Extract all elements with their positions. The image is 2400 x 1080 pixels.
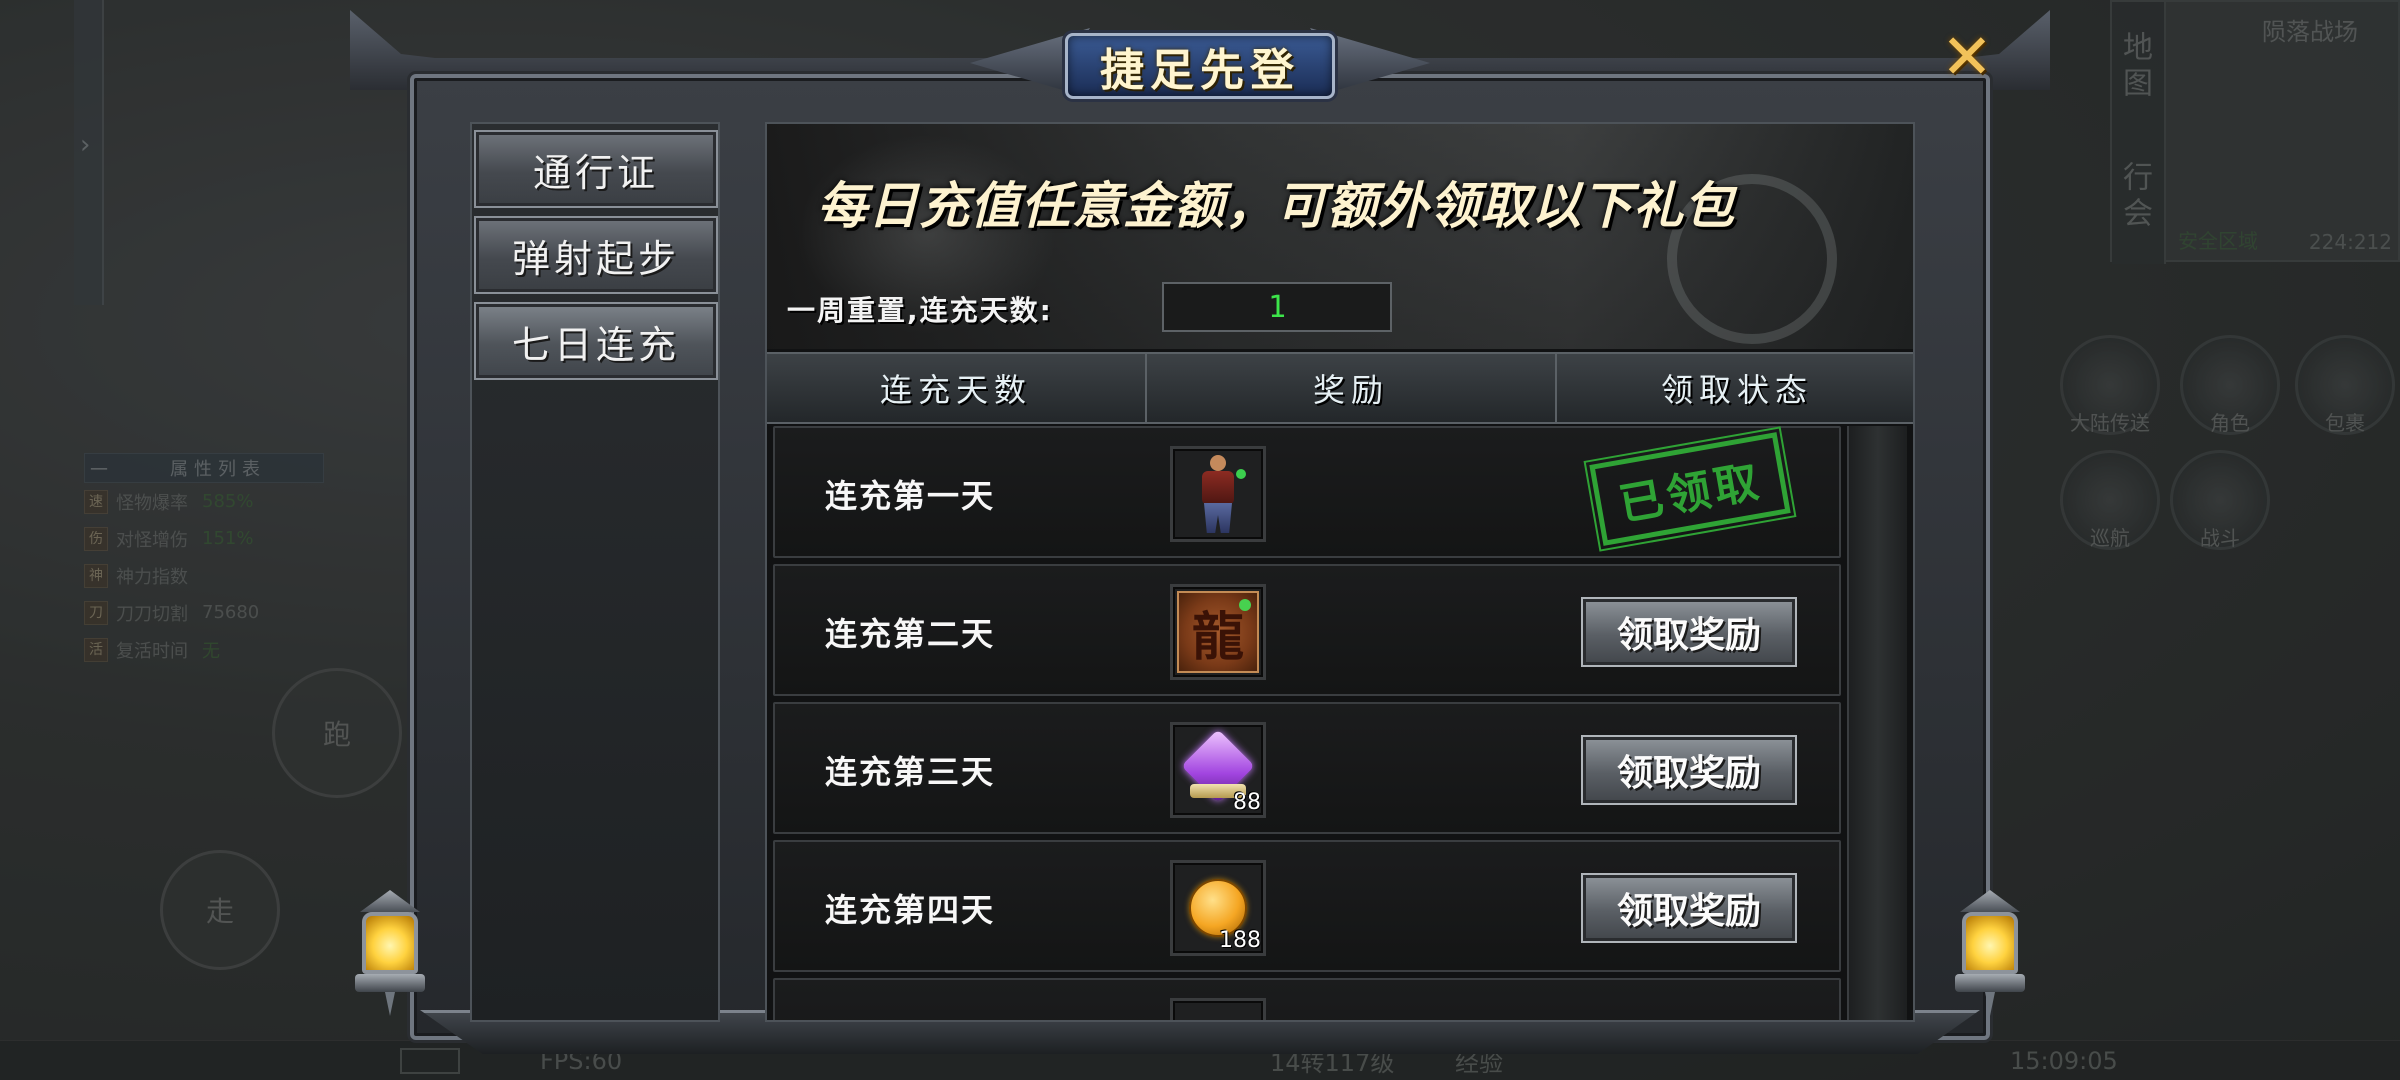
reward-slot[interactable]: [1170, 998, 1266, 1020]
lantern-icon: [1950, 890, 2030, 1020]
claim-reward-button[interactable]: 领取奖励: [1581, 735, 1797, 805]
title-plate: 捷足先登: [1065, 33, 1335, 99]
table-header: 连充天数 奖励 领取状态: [767, 352, 1913, 424]
warrior-figure-icon: [1188, 453, 1248, 535]
reward-slot[interactable]: 188: [1170, 860, 1266, 956]
table-row-partial: [773, 978, 1841, 1020]
reward-slot[interactable]: [1170, 446, 1266, 542]
header-reward: 奖励: [1147, 354, 1557, 422]
header-days: 连充天数: [767, 354, 1147, 422]
reward-slot[interactable]: 龍: [1170, 584, 1266, 680]
reward-list[interactable]: 连充第一天 已领取 连充第二天 龍 领取奖励 连充第三天 88 领取奖励 连充第…: [767, 425, 1913, 1020]
reset-label: 一周重置,连充天数:: [787, 294, 1053, 327]
table-row: 连充第四天 188 领取奖励: [773, 840, 1841, 972]
day-label: 连充第二天: [825, 615, 996, 653]
table-row: 连充第二天 龍 领取奖励: [773, 564, 1841, 696]
seven-day-recharge-dialog: 捷足先登 ✕ 通行证 弹射起步 七日连充 每日充值任意金额，可额外领取以下礼包 …: [350, 10, 2050, 1060]
day-label: 连充第三天: [825, 753, 996, 791]
claimed-stamp: 已领取: [1584, 425, 1796, 553]
dialog-title: 捷足先登: [1100, 45, 1300, 96]
item-count: 88: [1233, 790, 1261, 815]
tab-pass[interactable]: 通行证: [474, 130, 718, 208]
list-scrollbar[interactable]: [1847, 426, 1907, 1020]
claim-reward-button[interactable]: 领取奖励: [1581, 873, 1797, 943]
item-count: 188: [1219, 928, 1261, 953]
day-label: 连充第四天: [825, 891, 996, 929]
dragon-tome-icon: 龍: [1177, 591, 1259, 673]
content-panel: 每日充值任意金额，可额外领取以下礼包 一周重置,连充天数: 1 连充天数 奖励 …: [765, 122, 1915, 1022]
claim-reward-button[interactable]: 领取奖励: [1581, 597, 1797, 667]
tab-seven-day-recharge[interactable]: 七日连充: [474, 302, 718, 380]
consecutive-days-value: 1: [1162, 282, 1392, 332]
day-label: 连充第一天: [825, 477, 996, 515]
title-plaque: 捷足先登: [970, 18, 1430, 114]
close-button[interactable]: ✕: [1935, 20, 1999, 93]
banner-headline: 每日充值任意金额，可额外领取以下礼包: [817, 177, 1735, 235]
lantern-icon: [350, 890, 430, 1020]
table-row: 连充第三天 88 领取奖励: [773, 702, 1841, 834]
reward-slot[interactable]: 88: [1170, 722, 1266, 818]
close-x-icon: ✕: [1941, 19, 1993, 93]
header-status: 领取状态: [1660, 371, 1813, 409]
table-row: 连充第一天 已领取: [773, 425, 1841, 558]
tab-launch-start[interactable]: 弹射起步: [474, 216, 718, 294]
side-tab-panel: 通行证 弹射起步 七日连充: [470, 122, 720, 1022]
banner: 每日充值任意金额，可额外领取以下礼包 一周重置,连充天数: 1: [767, 124, 1913, 349]
